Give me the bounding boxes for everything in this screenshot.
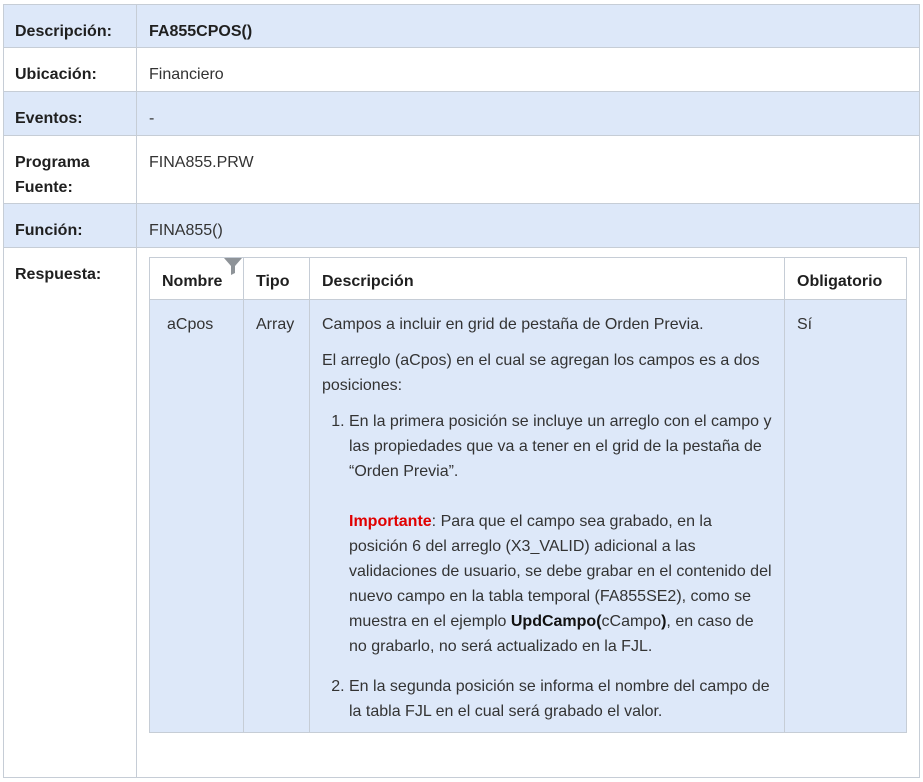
value-ubicacion: Financiero	[136, 47, 920, 92]
value-programa-fuente: FINA855.PRW	[136, 135, 920, 204]
header-obligatorio[interactable]: Obligatorio	[784, 257, 907, 300]
important-note: Importante: Para que el campo sea grabad…	[349, 513, 772, 655]
desc-summary: Campos a incluir en grid de pestaña de O…	[322, 316, 704, 333]
cell-nombre: aCpos	[149, 299, 244, 733]
header-nombre-label: Nombre	[162, 273, 223, 290]
value-descripcion: FA855CPOS()	[136, 4, 920, 48]
list-item-2: En la segunda posición se informa el nom…	[349, 674, 772, 724]
updcampo-open: UpdCampo(	[510, 613, 602, 630]
value-funcion: FINA855()	[136, 203, 920, 248]
positions-list: En la primera posición se incluye un arr…	[322, 409, 772, 724]
label-eventos: Eventos:	[3, 91, 137, 136]
row-eventos: Eventos: -	[3, 91, 920, 136]
header-nombre[interactable]: Nombre	[149, 255, 244, 300]
label-respuesta: Respuesta:	[3, 247, 137, 778]
item-1-text: En la primera posición se incluye un arr…	[349, 413, 772, 480]
row-funcion: Función: FINA855()	[3, 203, 920, 248]
respuesta-cell: Nombre Tipo Descripción Obligatorio aCpo…	[136, 247, 920, 778]
info-table: Descripción: FA855CPOS() Ubicación: Fina…	[3, 4, 920, 778]
cell-tipo: Array	[243, 299, 310, 733]
header-tipo[interactable]: Tipo	[243, 257, 310, 300]
label-descripcion: Descripción:	[3, 4, 137, 48]
cell-descripcion: Campos a incluir en grid de pestaña de O…	[309, 299, 785, 733]
row-ubicacion: Ubicación: Financiero	[3, 47, 920, 92]
row-descripcion: Descripción: FA855CPOS()	[3, 4, 920, 48]
label-ubicacion: Ubicación:	[3, 47, 137, 92]
row-programa-fuente: Programa Fuente: FINA855.PRW	[3, 135, 920, 204]
response-row: aCpos Array Campos a incluir en grid de …	[149, 299, 907, 733]
value-eventos: -	[136, 91, 920, 136]
updcampo-param: cCampo	[601, 613, 662, 630]
list-item-1: En la primera posición se incluye un arr…	[349, 409, 772, 659]
row-respuesta: Respuesta: Nombre Tipo Descripción Oblig…	[3, 247, 920, 778]
cell-obligatorio: Sí	[784, 299, 907, 733]
important-label: Importante	[349, 513, 432, 530]
desc-arreglo: El arreglo (aCpos) en el cual se agregan…	[322, 352, 760, 394]
header-descripcion[interactable]: Descripción	[309, 257, 785, 300]
filter-icon[interactable]	[222, 255, 244, 277]
label-programa-fuente: Programa Fuente:	[3, 135, 137, 204]
label-funcion: Función:	[3, 203, 137, 248]
response-table: Nombre Tipo Descripción Obligatorio aCpo…	[149, 257, 907, 733]
response-header-row: Nombre Tipo Descripción Obligatorio	[149, 255, 907, 300]
